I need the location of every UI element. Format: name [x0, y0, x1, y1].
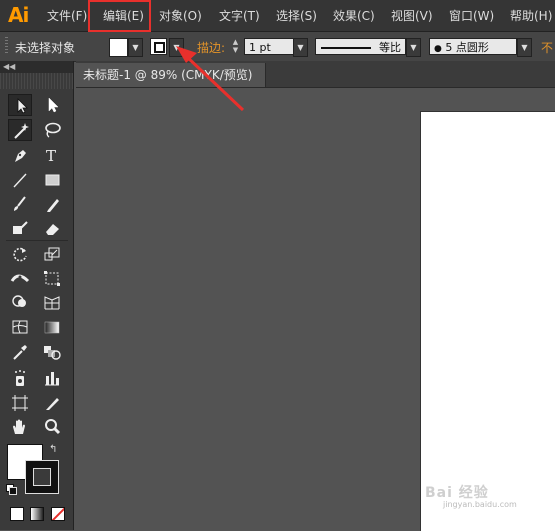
artboard-tool-icon[interactable]: [8, 392, 32, 414]
mesh-tool-icon[interactable]: [8, 316, 32, 338]
type-tool-icon[interactable]: T: [40, 144, 64, 166]
color-mode-icon[interactable]: [10, 507, 24, 521]
slice-tool-icon[interactable]: [40, 392, 64, 414]
hand-tool-icon[interactable]: [8, 416, 32, 438]
column-graph-tool-icon[interactable]: [40, 367, 64, 389]
line-segment-tool-icon[interactable]: [8, 169, 32, 191]
stroke-label: 描边:: [197, 41, 226, 55]
free-transform-tool-icon[interactable]: [40, 267, 64, 289]
app-logo: Ai: [8, 3, 29, 27]
scale-tool-icon[interactable]: [40, 243, 64, 265]
stroke-profile-label: 等比: [379, 41, 401, 54]
brush-field[interactable]: ● 5 点圆形: [429, 38, 517, 55]
artboard[interactable]: [420, 111, 555, 531]
rectangle-tool-icon[interactable]: [40, 169, 64, 191]
none-mode-icon[interactable]: [51, 507, 65, 521]
menu-help[interactable]: 帮助(H): [510, 7, 552, 24]
tool-separator: [6, 240, 68, 241]
menu-window[interactable]: 窗口(W): [449, 7, 494, 24]
watermark: Bai 经验 jingyan.baidu.com: [425, 482, 517, 509]
menu-type[interactable]: 文字(T): [219, 7, 260, 24]
menu-object[interactable]: 对象(O): [159, 7, 202, 24]
blob-brush-tool-icon[interactable]: [8, 217, 32, 239]
stroke-color-swatch[interactable]: [150, 38, 167, 55]
edit-menu-highlight-box: [88, 0, 151, 32]
stroke-profile-line: [321, 47, 371, 49]
lasso-tool-icon[interactable]: [40, 119, 64, 141]
rotate-tool-icon[interactable]: [8, 243, 32, 265]
stroke-swatch-large[interactable]: [25, 460, 59, 494]
blend-tool-icon[interactable]: [40, 341, 64, 363]
selection-status: 未选择对象: [15, 41, 76, 55]
eraser-tool-icon[interactable]: [40, 217, 64, 239]
perspective-grid-tool-icon[interactable]: [40, 291, 64, 313]
pencil-tool-icon[interactable]: [40, 193, 64, 215]
default-fill-stroke-icon[interactable]: [6, 484, 17, 495]
stroke-swatch-inner: [33, 468, 51, 486]
watermark-sub: jingyan.baidu.com: [443, 500, 517, 509]
opacity-label: 不: [541, 41, 554, 55]
width-tool-icon[interactable]: [8, 267, 32, 289]
fill-dropdown-icon[interactable]: ▼: [128, 38, 143, 57]
stroke-weight-dropdown-icon[interactable]: ▼: [293, 38, 308, 57]
swap-fill-stroke-icon[interactable]: ↰: [49, 444, 61, 456]
gradient-mode-icon[interactable]: [30, 507, 44, 521]
brush-dropdown-icon[interactable]: ▼: [517, 38, 532, 57]
zoom-tool-icon[interactable]: [40, 416, 64, 438]
fill-color-swatch[interactable]: [109, 38, 128, 57]
symbol-sprayer-tool-icon[interactable]: [8, 367, 32, 389]
shape-builder-tool-icon[interactable]: [8, 291, 32, 313]
stroke-profile-field[interactable]: 等比: [315, 38, 406, 55]
gradient-tool-icon[interactable]: [40, 316, 64, 338]
document-tab-bar: 未标题-1 @ 89% (CMYK/预览): [76, 61, 555, 88]
svg-text:T: T: [46, 147, 56, 165]
selection-tool-icon[interactable]: [8, 94, 32, 116]
menu-select[interactable]: 选择(S): [276, 7, 317, 24]
document-tab[interactable]: 未标题-1 @ 89% (CMYK/预览): [76, 63, 266, 87]
stroke-weight-spinner-icon[interactable]: ▲ ▼: [230, 38, 241, 55]
magic-wand-tool-icon[interactable]: [8, 119, 32, 141]
paintbrush-tool-icon[interactable]: [8, 193, 32, 215]
menu-bar: Ai 文件(F) 编辑(E) 对象(O) 文字(T) 选择(S) 效果(C) 视…: [0, 0, 555, 32]
panel-grip[interactable]: [0, 73, 73, 89]
pen-tool-icon[interactable]: [8, 144, 32, 166]
direct-selection-tool-icon[interactable]: [40, 94, 64, 116]
watermark-text: Bai 经验: [425, 485, 489, 501]
stroke-dropdown-icon[interactable]: ▼: [169, 38, 184, 57]
stroke-profile-dropdown-icon[interactable]: ▼: [406, 38, 421, 57]
menu-view[interactable]: 视图(V): [391, 7, 433, 24]
brush-dot-icon: ●: [434, 44, 442, 54]
menu-file[interactable]: 文件(F): [47, 7, 87, 24]
menu-effect[interactable]: 效果(C): [333, 7, 375, 24]
panel-collapse-icon[interactable]: ◀◀: [0, 61, 73, 73]
control-bar-grip[interactable]: [5, 37, 8, 55]
eyedropper-tool-icon[interactable]: [8, 341, 32, 363]
brush-label: 5 点圆形: [445, 41, 489, 54]
